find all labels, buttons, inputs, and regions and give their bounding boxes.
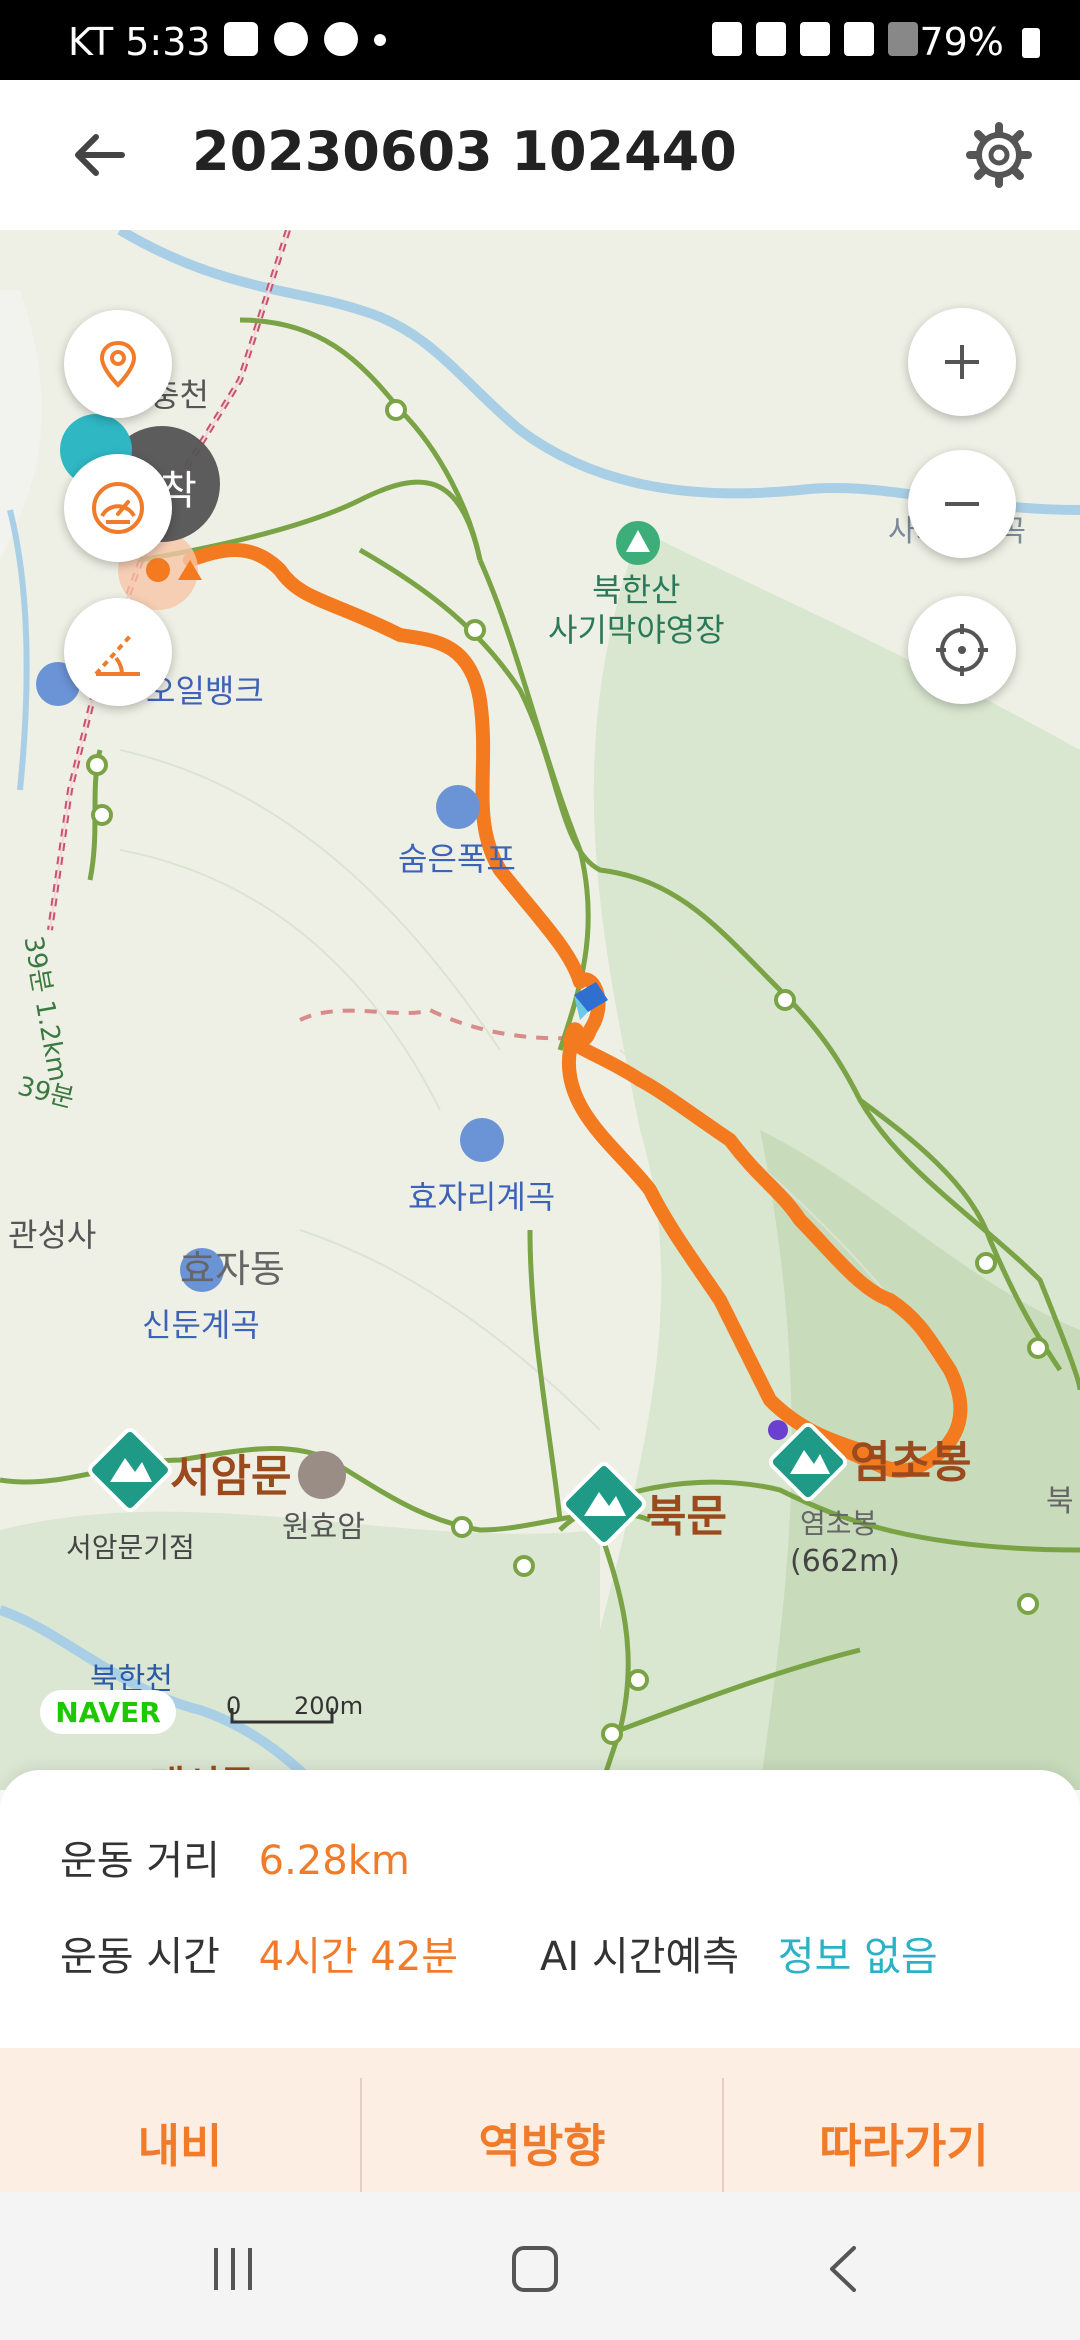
map-label-temple: 원효암 bbox=[282, 1510, 365, 1545]
battery-level: 79% bbox=[919, 20, 1004, 64]
5g-icon bbox=[844, 22, 874, 56]
speedometer-icon bbox=[92, 482, 144, 534]
carrier-time: KT 5:33 bbox=[68, 20, 211, 64]
map-label-temple-left: 관성사 bbox=[8, 1216, 97, 1254]
mute-icon bbox=[712, 22, 742, 56]
scale-length: 200m bbox=[294, 1692, 364, 1720]
status-bar: KT 5:33 79% bbox=[0, 0, 1080, 80]
plus-icon bbox=[945, 345, 979, 379]
campsite-line1: 북한산 bbox=[592, 571, 681, 609]
battery-icon bbox=[1022, 28, 1040, 58]
back-icon[interactable] bbox=[818, 2244, 868, 2294]
ai-label: AI 시간예측 bbox=[540, 1934, 740, 1980]
map-label-seoam-site: 서암문기점 bbox=[66, 1531, 195, 1564]
location-icon bbox=[756, 22, 786, 56]
zoom-out-button[interactable] bbox=[908, 450, 1016, 558]
map-label-seoam: 서암문 bbox=[170, 1451, 292, 1502]
time-label: 운동 시간 bbox=[60, 1934, 220, 1980]
hd-icon bbox=[800, 22, 830, 56]
scale-zero: 0 bbox=[226, 1692, 242, 1720]
system-icons bbox=[712, 22, 918, 56]
stats-panel: 운동 거리 6.28km 운동 시간 4시간 42분 AI 시간예측 정보 없음 bbox=[0, 1770, 1080, 2060]
time-row: 운동 시간 4시간 42분 bbox=[60, 1924, 458, 1982]
system-nav-bar bbox=[0, 2192, 1080, 2340]
naver-logo: NAVER bbox=[40, 1690, 176, 1734]
back-arrow-icon[interactable] bbox=[70, 125, 130, 185]
map-label-valley: 효자리계곡 bbox=[408, 1178, 556, 1216]
my-location-button[interactable] bbox=[908, 596, 1016, 704]
map-label-bukmun: 북문 bbox=[646, 1491, 727, 1542]
distance-label: 운동 거리 bbox=[60, 1838, 220, 1884]
map-label-right-edge: 북 bbox=[1046, 1484, 1074, 1519]
home-icon[interactable] bbox=[510, 2244, 560, 2294]
recent-apps-icon[interactable] bbox=[208, 2244, 258, 2294]
gear-icon[interactable] bbox=[966, 122, 1032, 188]
distance-value: 6.28km bbox=[258, 1838, 410, 1884]
gallery-icon bbox=[224, 22, 258, 56]
zoom-in-button[interactable] bbox=[908, 308, 1016, 416]
distance-row: 운동 거리 6.28km bbox=[60, 1828, 410, 1886]
campsite-line2: 사기막야영장 bbox=[548, 611, 725, 649]
map-label-peak-sub: 염초봉 bbox=[800, 1507, 878, 1540]
dot-icon bbox=[374, 34, 386, 46]
walk-icon bbox=[274, 22, 308, 56]
map-label-village: 효자동 bbox=[180, 1247, 285, 1291]
map-label-peak-elev: (662m) bbox=[790, 1544, 900, 1579]
map-label-campsite: 북한산 사기막야영장 bbox=[548, 570, 725, 650]
location-pin-button[interactable] bbox=[64, 310, 172, 418]
battery-text: 79% bbox=[919, 20, 1040, 64]
slope-button[interactable] bbox=[64, 598, 172, 706]
minus-icon bbox=[945, 502, 979, 506]
ai-row: AI 시간예측 정보 없음 bbox=[540, 1924, 938, 1982]
speed-button[interactable] bbox=[64, 454, 172, 562]
ai-value: 정보 없음 bbox=[777, 1934, 938, 1980]
map-view[interactable]: 충천 오일뱅크 북한산 사기막야영장 숨은폭포 효자리계곡 효자동 신둔계곡 관… bbox=[0, 230, 1080, 1790]
app-header: 20230603 102440 bbox=[0, 80, 1080, 230]
notification-icons bbox=[224, 22, 386, 56]
location-pin-icon bbox=[99, 340, 137, 388]
slope-icon bbox=[94, 632, 140, 676]
signal-icon bbox=[888, 22, 918, 56]
page-title: 20230603 102440 bbox=[192, 120, 737, 183]
talk-icon bbox=[324, 22, 358, 56]
map-label-valley2: 신둔계곡 bbox=[142, 1306, 260, 1344]
time-value: 4시간 42분 bbox=[258, 1934, 459, 1980]
map-label-waterfall: 숨은폭포 bbox=[398, 840, 516, 878]
map-label-peak: 염초봉 bbox=[850, 1437, 972, 1488]
crosshair-icon bbox=[936, 624, 988, 676]
